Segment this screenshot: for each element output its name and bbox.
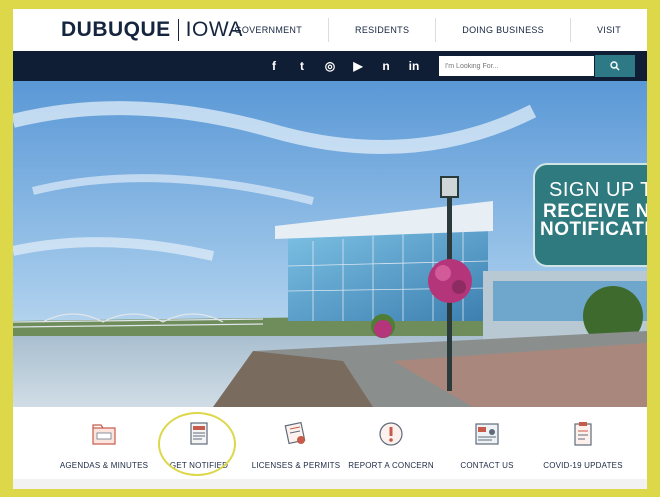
quick-links: AGENDAS & MINUTES GET NOTIFIED LICENSES … bbox=[13, 407, 647, 489]
linkedin-icon[interactable]: in bbox=[406, 58, 422, 74]
hero-image: SIGN UP T RECEIVE NE NOTIFICATIO bbox=[13, 81, 647, 407]
logo-divider bbox=[177, 19, 179, 41]
quick-link-covid[interactable]: COVID-19 UPDATES bbox=[528, 419, 638, 470]
contact-icon bbox=[475, 423, 499, 445]
search-icon bbox=[610, 61, 620, 71]
folder-icon bbox=[92, 424, 116, 445]
social-links: f t ◎ ▶ n in bbox=[266, 58, 422, 74]
quick-link-label: AGENDAS & MINUTES bbox=[59, 461, 149, 470]
clipboard-icon bbox=[574, 422, 592, 446]
footer-strip bbox=[13, 479, 647, 489]
utility-bar: f t ◎ ▶ n in bbox=[13, 51, 647, 81]
quick-link-label: LICENSES & PERMITS bbox=[251, 461, 341, 470]
quick-link-contact[interactable]: CONTACT US bbox=[432, 419, 542, 470]
signup-line-3: NOTIFICATIO bbox=[540, 219, 647, 240]
facebook-icon[interactable]: f bbox=[266, 58, 282, 74]
quick-link-licenses[interactable]: LICENSES & PERMITS bbox=[241, 419, 351, 470]
youtube-icon[interactable]: ▶ bbox=[350, 58, 366, 74]
quick-link-agendas[interactable]: AGENDAS & MINUTES bbox=[49, 419, 159, 470]
nav-government[interactable]: GOVERNMENT bbox=[209, 18, 329, 42]
logo-dubuque: DUBUQUE bbox=[61, 18, 171, 41]
main-nav: GOVERNMENT RESIDENTS DOING BUSINESS VISI… bbox=[209, 9, 647, 51]
certificate-icon bbox=[284, 421, 306, 445]
highlight-circle bbox=[158, 412, 236, 476]
alert-icon bbox=[379, 422, 403, 446]
page-frame: DUBUQUE IOWA GOVERNMENT RESIDENTS DOING … bbox=[13, 9, 647, 489]
site-header: DUBUQUE IOWA GOVERNMENT RESIDENTS DOING … bbox=[13, 9, 647, 51]
instagram-icon[interactable]: ◎ bbox=[322, 58, 338, 74]
quick-link-label: COVID-19 UPDATES bbox=[543, 461, 623, 470]
quick-link-label: CONTACT US bbox=[460, 461, 514, 470]
nextdoor-icon[interactable]: n bbox=[378, 58, 394, 74]
nav-visit[interactable]: VISIT bbox=[569, 18, 647, 42]
search-button[interactable] bbox=[595, 55, 635, 77]
quick-link-label: REPORT A CONCERN bbox=[348, 461, 434, 470]
nav-residents[interactable]: RESIDENTS bbox=[328, 18, 435, 42]
twitter-icon[interactable]: t bbox=[294, 58, 310, 74]
nav-doing-business[interactable]: DOING BUSINESS bbox=[435, 18, 570, 42]
search-input[interactable] bbox=[439, 56, 594, 76]
signup-banner[interactable]: SIGN UP T RECEIVE NE NOTIFICATIO bbox=[533, 163, 647, 267]
quick-link-report[interactable]: REPORT A CONCERN bbox=[336, 419, 446, 470]
signup-line-1: SIGN UP T bbox=[549, 179, 647, 201]
